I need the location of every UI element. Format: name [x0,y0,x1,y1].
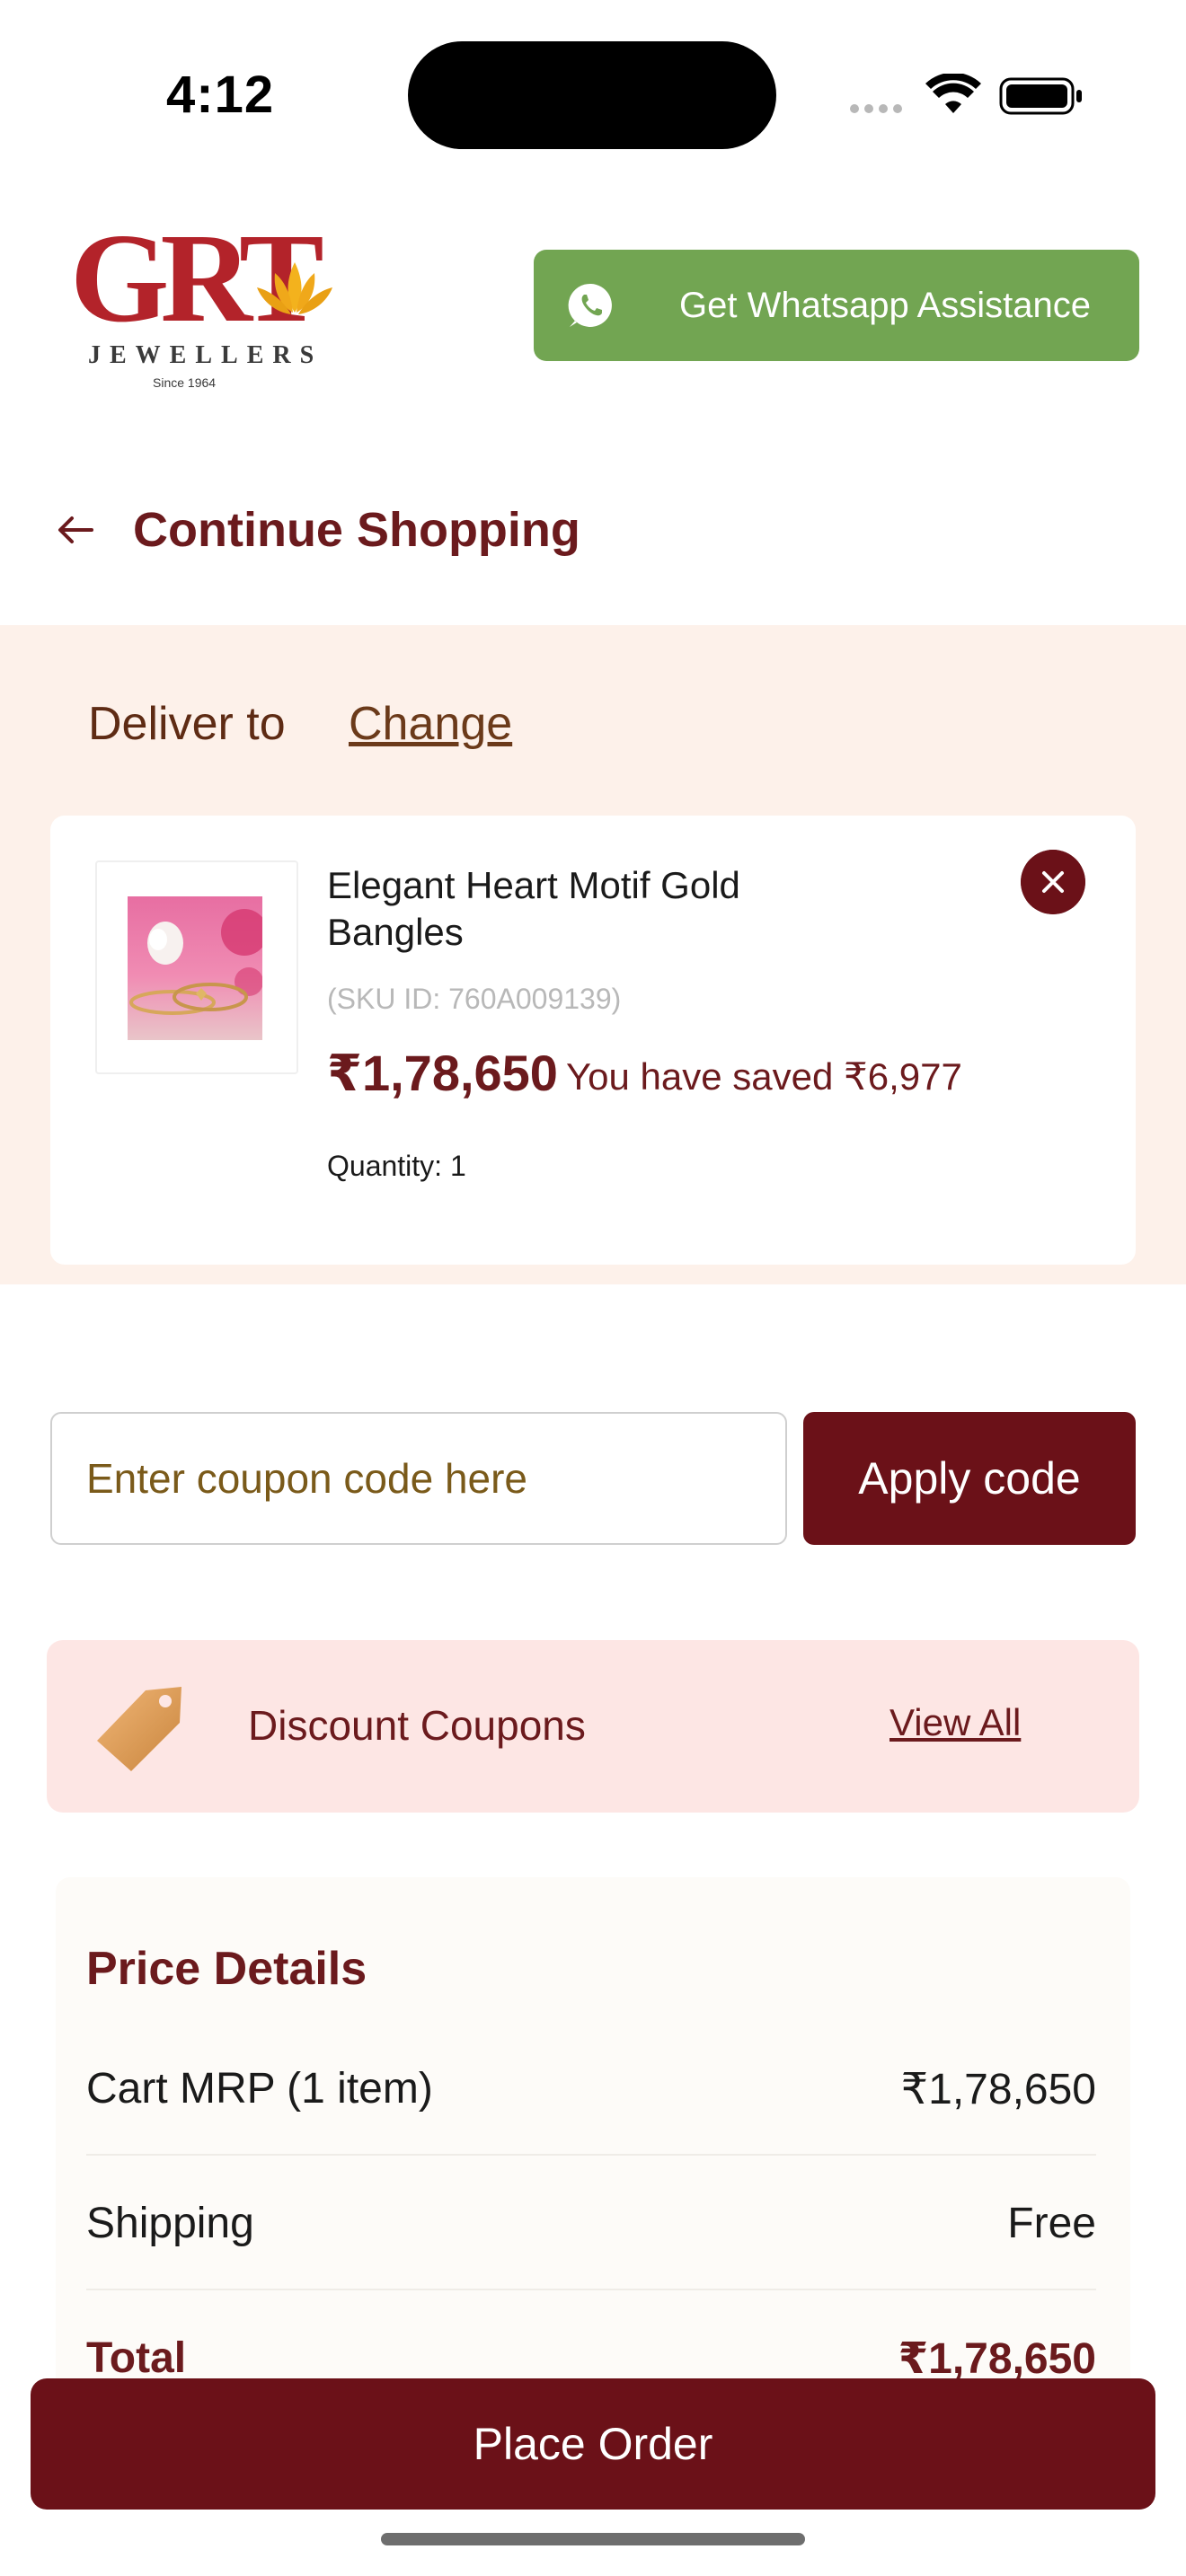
coupon-code-input[interactable] [50,1412,787,1545]
price-row-label: Cart MRP (1 item) [86,2065,433,2113]
status-bar: 4:12 [0,0,1186,180]
cart-item-card: Elegant Heart Motif Gold Bangles (SKU ID… [50,816,1136,1265]
battery-icon [999,77,1082,115]
deliver-to-label: Deliver to [88,698,286,750]
price-row-value: Free [1007,2200,1096,2247]
price-row-shipping: Shipping Free [86,2156,1096,2290]
price-details-title: Price Details [86,1943,367,1995]
delivery-section: Deliver to Change Elegant Heart Motif Go… [0,625,1186,1284]
whatsapp-assistance-button[interactable]: Get Whatsapp Assistance [534,250,1139,361]
grt-logo[interactable]: GRT JEWELLERS Since 1964 [70,214,340,393]
continue-shopping-label: Continue Shopping [133,503,580,557]
price-row-label: Shipping [86,2200,254,2247]
discount-coupons-bar[interactable]: Discount Coupons View All [47,1640,1139,1813]
price-row-label: Total [86,2334,187,2382]
continue-shopping-link[interactable]: Continue Shopping [54,492,580,568]
remove-item-button[interactable] [1021,850,1085,914]
price-details-card: Price Details Cart MRP (1 item) ₹1,78,65… [56,1877,1130,2416]
product-name[interactable]: Elegant Heart Motif Gold Bangles [327,862,830,956]
product-price: ₹1,78,650 [327,1045,558,1101]
product-sku: (SKU ID: 760A009139) [327,983,622,1015]
product-savings: You have saved ₹6,977 [566,1055,962,1098]
product-image [128,896,262,1040]
tag-icon [97,1687,181,1771]
price-row-cart-mrp: Cart MRP (1 item) ₹1,78,650 [86,2021,1096,2156]
lotus-icon [257,262,332,314]
change-address-link[interactable]: Change [349,697,512,751]
price-row-value: ₹1,78,650 [900,2066,1096,2113]
discount-coupons-label: Discount Coupons [248,1702,586,1749]
view-all-coupons-link[interactable]: View All [890,1701,1021,1744]
cellular-signal-icon [850,104,902,113]
price-row-value: ₹1,78,650 [898,2335,1096,2383]
wifi-icon [925,74,981,113]
dynamic-island [408,41,776,149]
product-quantity: Quantity: 1 [327,1150,466,1182]
back-arrow-icon [58,516,93,543]
place-order-button[interactable]: Place Order [31,2378,1155,2510]
logo-subtitle: JEWELLERS [88,341,323,369]
whatsapp-icon [568,283,612,327]
logo-since: Since 1964 [153,375,217,390]
product-thumbnail[interactable] [95,860,298,1074]
status-time: 4:12 [166,66,275,124]
home-indicator[interactable] [381,2533,805,2545]
whatsapp-label: Get Whatsapp Assistance [679,286,1092,325]
apply-code-button[interactable]: Apply code [803,1412,1136,1545]
